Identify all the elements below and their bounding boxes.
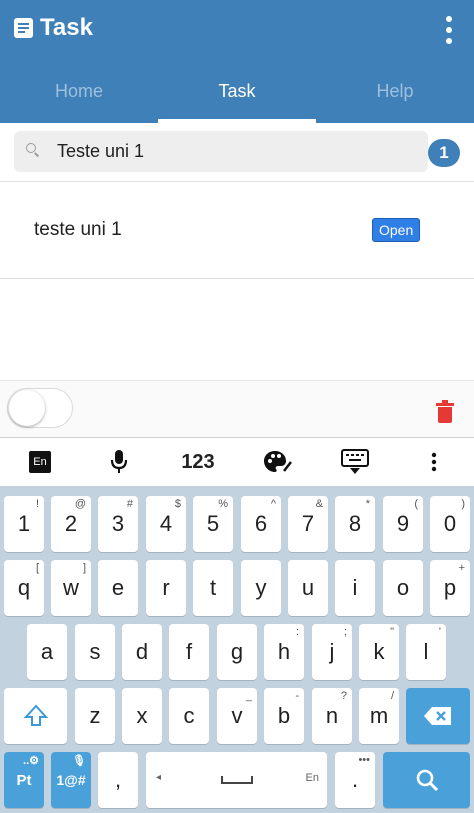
key-h[interactable]: h: — [264, 624, 304, 680]
task-list-item[interactable]: teste uni 1 Open — [0, 182, 474, 279]
task-name: teste uni 1 — [34, 219, 122, 240]
tab-help[interactable]: Help — [316, 60, 474, 123]
key-m[interactable]: m / — [359, 688, 399, 744]
search-action-key[interactable] — [383, 752, 470, 808]
key-8[interactable]: 8 * — [335, 496, 375, 552]
space-icon — [220, 776, 253, 784]
search-field[interactable] — [14, 131, 428, 172]
trash-icon[interactable] — [436, 400, 454, 424]
toggle-knob — [9, 390, 45, 426]
key-j[interactable]: j; — [312, 624, 352, 680]
app-bar: Task Home Task Help — [0, 0, 474, 123]
language-label: En — [29, 451, 51, 473]
key-v[interactable]: v _ — [217, 688, 257, 744]
key-i[interactable]: i — [335, 560, 375, 616]
key-g[interactable]: g — [217, 624, 257, 680]
title-row: Task — [0, 0, 474, 60]
key-d[interactable]: d — [122, 624, 162, 680]
language-switch-key[interactable]: Pt ..⚙ — [4, 752, 44, 808]
toggle-switch[interactable] — [7, 388, 73, 428]
key-s[interactable]: s — [75, 624, 115, 680]
list-icon — [14, 18, 33, 38]
space-key[interactable]: ◂ En — [146, 752, 327, 808]
task-app: Task Home Task Help 1 teste uni 1 Open — [0, 0, 474, 813]
status-badge: Open — [372, 218, 421, 242]
key-w[interactable]: w] — [51, 560, 91, 616]
more-options-icon[interactable] — [442, 14, 456, 46]
key-c[interactable]: c — [169, 688, 209, 744]
search-icon — [416, 769, 438, 791]
key-f[interactable]: f — [169, 624, 209, 680]
key-o[interactable]: o — [383, 560, 423, 616]
language-button[interactable]: En — [18, 438, 62, 486]
key-2[interactable]: 2 @ — [51, 496, 91, 552]
numbers-button[interactable]: 123 — [172, 438, 224, 486]
shift-icon — [23, 704, 48, 726]
result-count-badge: 1 — [428, 139, 460, 167]
bottom-controls — [0, 380, 474, 438]
key-q[interactable]: q[ — [4, 560, 44, 616]
mic-icon[interactable] — [97, 438, 141, 486]
hide-keyboard-icon[interactable] — [333, 438, 377, 486]
key-7[interactable]: 7 & — [288, 496, 328, 552]
key-k[interactable]: k " — [359, 624, 399, 680]
key-z[interactable]: z — [75, 688, 115, 744]
tab-task[interactable]: Task — [158, 60, 316, 123]
backspace-icon — [424, 707, 451, 725]
key-6[interactable]: 6 ^ — [241, 496, 281, 552]
key-y[interactable]: y — [241, 560, 281, 616]
key-b[interactable]: b- — [264, 688, 304, 744]
key-e[interactable]: e — [98, 560, 138, 616]
search-icon — [26, 143, 40, 157]
key-x[interactable]: x — [122, 688, 162, 744]
key-3[interactable]: 3 # — [98, 496, 138, 552]
key-t[interactable]: t — [193, 560, 233, 616]
period-key[interactable]: . ••• — [335, 752, 375, 808]
key-u[interactable]: u — [288, 560, 328, 616]
keyboard: 1! 2 @ 3 # 4 $ 5% 6 ^ 7 & 8 * 9( 0) q[ w] e r … — [0, 486, 474, 813]
search-input[interactable] — [57, 131, 417, 172]
palette-icon[interactable] — [256, 438, 300, 486]
key-0[interactable]: 0) — [430, 496, 470, 552]
app-title: Task — [40, 14, 93, 41]
key-l[interactable]: l ' — [406, 624, 446, 680]
comma-key[interactable]: , — [98, 752, 138, 808]
tab-home[interactable]: Home — [0, 60, 158, 123]
symbols-key[interactable]: 1@# 🎙 — [51, 752, 91, 808]
key-p[interactable]: p + — [430, 560, 470, 616]
keyboard-toolbar: En 123 — [0, 438, 474, 486]
key-1[interactable]: 1! — [4, 496, 44, 552]
backspace-key[interactable] — [406, 688, 470, 744]
key-4[interactable]: 4 $ — [146, 496, 186, 552]
key-a[interactable]: a — [27, 624, 67, 680]
search-bar: 1 — [0, 123, 474, 182]
key-r[interactable]: r — [146, 560, 186, 616]
key-n[interactable]: n? — [312, 688, 352, 744]
key-9[interactable]: 9( — [383, 496, 423, 552]
key-5[interactable]: 5% — [193, 496, 233, 552]
more-vert-icon[interactable] — [412, 438, 456, 486]
shift-key[interactable] — [4, 688, 67, 744]
tab-bar: Home Task Help — [0, 60, 474, 123]
numbers-label: 123 — [181, 450, 215, 473]
